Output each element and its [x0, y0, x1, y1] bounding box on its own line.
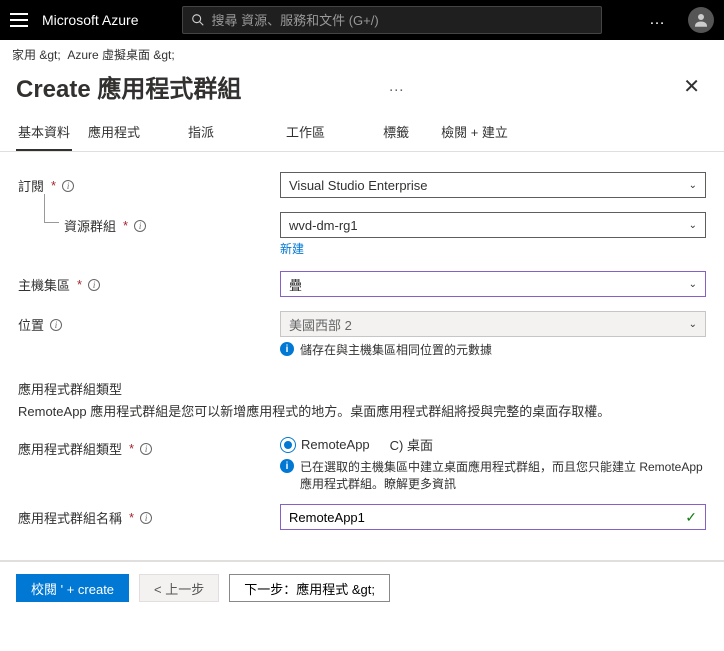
- host-pool-label: 主機集區: [18, 275, 70, 294]
- previous-button[interactable]: < 上一步: [139, 574, 219, 602]
- tab-review[interactable]: 檢閱 + 建立: [439, 114, 510, 151]
- required-star: *: [129, 441, 134, 456]
- tab-workspace[interactable]: 工作區: [284, 114, 327, 151]
- radio-remoteapp[interactable]: RemoteApp: [280, 437, 370, 453]
- next-button[interactable]: 下一步：應用程式 &gt;: [229, 574, 390, 602]
- search-icon: [191, 13, 205, 27]
- search-input[interactable]: [211, 13, 593, 28]
- info-badge-icon: i: [280, 459, 294, 473]
- tabs: 基本資料 應用程式 指派 工作區 標籤 檢閱 + 建立: [0, 114, 724, 152]
- chevron-down-icon: ⌄: [689, 180, 697, 191]
- breadcrumb-item[interactable]: Azure 虛擬桌面 &gt;: [67, 48, 174, 62]
- resource-group-dropdown[interactable]: wvd-dm-rg1 ⌄: [280, 212, 706, 238]
- info-icon[interactable]: i: [140, 443, 152, 455]
- tab-tags[interactable]: 標籤: [381, 114, 411, 151]
- tab-assign[interactable]: 指派: [186, 114, 216, 151]
- review-create-button[interactable]: 校閱 ' + create: [16, 574, 129, 602]
- subscription-label: 訂閱: [18, 176, 44, 195]
- tab-basics[interactable]: 基本資料: [16, 114, 72, 151]
- brand: Microsoft Azure: [42, 12, 138, 28]
- radio-icon: [280, 437, 296, 453]
- breadcrumb: 家用 &gt; Azure 虛擬桌面 &gt;: [0, 40, 724, 65]
- ellipsis-icon[interactable]: …: [388, 78, 405, 96]
- section-desc: RemoteApp 應用程式群組是您可以新增應用程式的地方。桌面應用程式群組將授…: [18, 404, 610, 419]
- radio-desktop[interactable]: C) 桌面: [390, 435, 433, 454]
- info-badge-icon: i: [280, 342, 294, 356]
- close-icon[interactable]: ✕: [675, 70, 708, 103]
- search-box[interactable]: [182, 6, 602, 34]
- check-icon: ✓: [685, 509, 697, 526]
- info-icon[interactable]: i: [50, 319, 62, 331]
- chevron-down-icon: ⌄: [689, 279, 697, 290]
- page-title: Create 應用程式群組: [16, 69, 388, 104]
- name-input[interactable]: [289, 510, 685, 525]
- breadcrumb-item[interactable]: 家用 &gt;: [12, 48, 61, 62]
- location-label: 位置: [18, 315, 44, 334]
- tab-apps[interactable]: 應用程式: [86, 114, 142, 151]
- location-info-text: 儲存在與主機集區相同位置的元數據: [300, 341, 492, 358]
- name-label: 應用程式群組名稱: [18, 508, 122, 527]
- info-icon[interactable]: i: [134, 220, 146, 232]
- info-icon[interactable]: i: [88, 279, 100, 291]
- avatar[interactable]: [688, 7, 714, 33]
- type-label: 應用程式群組類型: [18, 439, 122, 458]
- chevron-down-icon: ⌄: [689, 220, 697, 231]
- required-star: *: [77, 277, 82, 292]
- chevron-down-icon: ⌄: [689, 319, 697, 330]
- subscription-dropdown[interactable]: Visual Studio Enterprise ⌄: [280, 172, 706, 198]
- section-title: 應用程式群組類型: [18, 380, 706, 400]
- type-info-text: 已在選取的主機集區中建立桌面應用程式群組，而且您只能建立 RemoteApp 應…: [300, 458, 706, 492]
- location-dropdown: 美國西部 2 ⌄: [280, 311, 706, 337]
- host-pool-dropdown[interactable]: 疊 ⌄: [280, 271, 706, 297]
- name-field[interactable]: ✓: [280, 504, 706, 530]
- required-star: *: [129, 510, 134, 525]
- more-icon[interactable]: …: [641, 11, 674, 29]
- resource-group-label: 資源群組: [64, 216, 116, 235]
- info-icon[interactable]: i: [140, 512, 152, 524]
- info-icon[interactable]: i: [62, 180, 74, 192]
- create-new-link[interactable]: 新建: [280, 240, 706, 257]
- required-star: *: [123, 218, 128, 233]
- menu-icon[interactable]: [10, 13, 28, 27]
- required-star: *: [51, 178, 56, 193]
